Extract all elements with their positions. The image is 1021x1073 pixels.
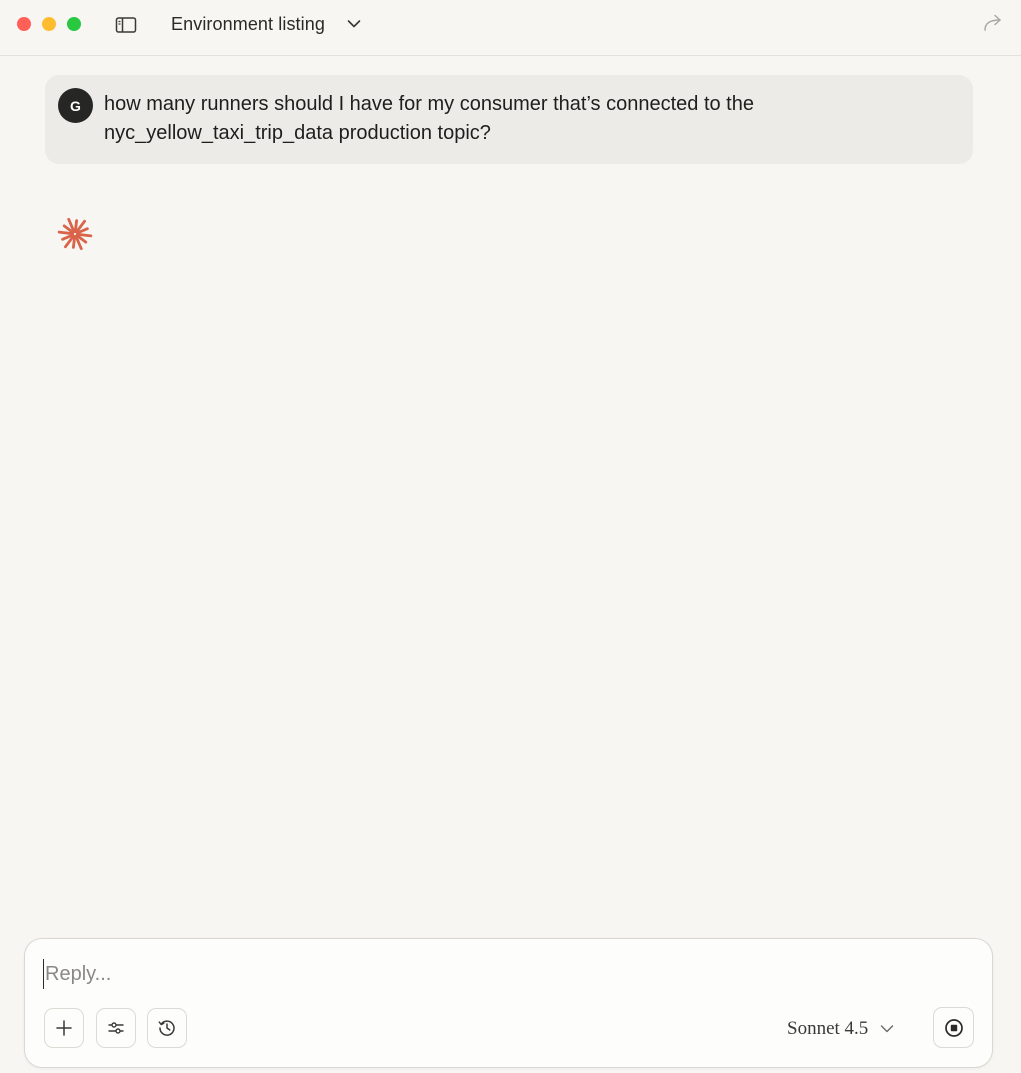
user-message-text: how many runners should I have for my co… xyxy=(104,93,754,144)
model-label: Sonnet 4.5 xyxy=(787,1018,869,1039)
reply-input[interactable] xyxy=(43,959,965,989)
zoom-window-button[interactable] xyxy=(67,17,81,31)
title-bar: Environment listing xyxy=(0,0,1021,56)
clock-icon xyxy=(158,1020,175,1036)
conversation-title-menu[interactable]: Environment listing xyxy=(171,11,361,37)
sidebar-toggle-button[interactable] xyxy=(114,14,138,36)
share-icon xyxy=(984,14,1001,31)
avatar: G xyxy=(58,88,93,123)
history-button[interactable] xyxy=(147,1008,187,1048)
conversation-title: Environment listing xyxy=(171,13,325,34)
sliders-icon xyxy=(108,1022,124,1034)
stop-icon xyxy=(944,1018,963,1037)
chevron-down-icon xyxy=(880,1024,894,1034)
spark-icon xyxy=(56,215,94,253)
share-button[interactable] xyxy=(981,12,1005,34)
reply-composer: Sonnet 4.5 xyxy=(24,938,993,1068)
sidebar-icon xyxy=(115,17,137,33)
minimize-window-button[interactable] xyxy=(42,17,56,31)
chevron-down-icon xyxy=(347,19,361,29)
user-message: G how many runners should I have for my … xyxy=(45,75,973,164)
tools-settings-button[interactable] xyxy=(96,1008,136,1048)
close-window-button[interactable] xyxy=(17,17,31,31)
app-window: Environment listing G how many runners s… xyxy=(0,0,1021,1073)
plus-icon xyxy=(56,1020,72,1036)
model-selector[interactable]: Sonnet 4.5 xyxy=(787,1014,894,1044)
stop-generation-button[interactable] xyxy=(933,1007,974,1048)
add-attachment-button[interactable] xyxy=(44,1008,84,1048)
